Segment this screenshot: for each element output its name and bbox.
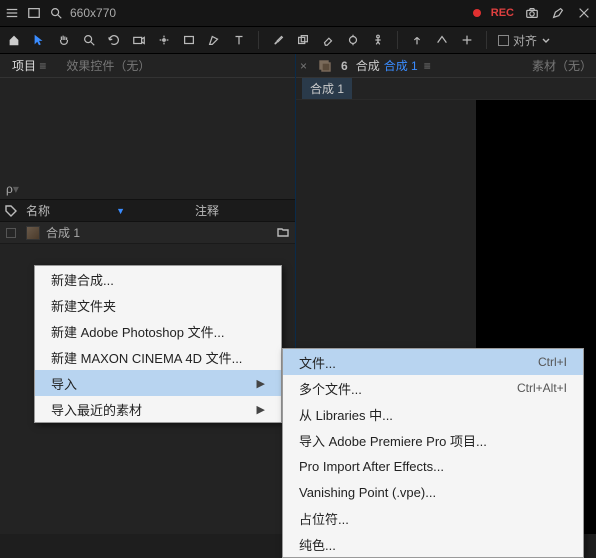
selection-tool-icon[interactable]: [31, 32, 47, 48]
toolbar-separator: [486, 31, 487, 49]
sort-indicator-icon[interactable]: ▼: [116, 206, 125, 216]
ctx-import-libraries[interactable]: 从 Libraries 中...: [283, 401, 583, 427]
rect-tool-icon[interactable]: [181, 32, 197, 48]
toolbar-separator: [397, 31, 398, 49]
ctx-import-vanishing[interactable]: Vanishing Point (.vpe)...: [283, 479, 583, 505]
tab-effects[interactable]: 效果控件（无）: [58, 54, 158, 77]
snap-toggle[interactable]: 对齐: [498, 32, 551, 49]
title-bar: 660x770 REC: [0, 0, 596, 26]
main-toolbar: 对齐: [0, 26, 596, 54]
chevron-right-icon: ▶: [257, 403, 265, 416]
subtab-comp[interactable]: 合成 1: [302, 78, 352, 99]
home-icon[interactable]: [6, 32, 22, 48]
tag-icon[interactable]: [3, 203, 19, 219]
rotate-tool-icon[interactable]: [106, 32, 122, 48]
project-columns: 名称 ▼ 注释: [0, 200, 295, 222]
project-search[interactable]: ρ▾: [0, 178, 295, 200]
checkbox-icon: [498, 35, 509, 46]
tab-comp-name[interactable]: 合成 1: [384, 57, 418, 74]
ctx-import[interactable]: 导入▶: [35, 370, 281, 396]
search-icon[interactable]: [48, 5, 64, 21]
puppet-tool-icon[interactable]: [370, 32, 386, 48]
toolbar-separator: [258, 31, 259, 49]
ctx-new-folder[interactable]: 新建文件夹: [35, 292, 281, 318]
tab-project[interactable]: 项目 ≡: [4, 54, 54, 77]
ctx-import-placeholder[interactable]: 占位符...: [283, 505, 583, 531]
ctx-import-file[interactable]: 文件...Ctrl+I: [283, 349, 583, 375]
local-axis-icon[interactable]: [409, 32, 425, 48]
context-menu-import: 文件...Ctrl+I 多个文件...Ctrl+Alt+I 从 Librarie…: [282, 348, 584, 558]
view-axis-icon[interactable]: [459, 32, 475, 48]
ctx-import-proimport[interactable]: Pro Import After Effects...: [283, 453, 583, 479]
camera-icon[interactable]: [524, 5, 540, 21]
ctx-import-recent[interactable]: 导入最近的素材▶: [35, 396, 281, 422]
left-panel-tabs: 项目 ≡ 效果控件（无）: [0, 54, 295, 78]
title-search-text: 660x770: [70, 6, 116, 20]
pen-tool-icon[interactable]: [206, 32, 222, 48]
text-tool-icon[interactable]: [231, 32, 247, 48]
brush-tool-icon[interactable]: [270, 32, 286, 48]
world-axis-icon[interactable]: [434, 32, 450, 48]
pencil-icon[interactable]: [550, 5, 566, 21]
close-icon[interactable]: [576, 5, 592, 21]
eraser-tool-icon[interactable]: [320, 32, 336, 48]
camera-tool-icon[interactable]: [131, 32, 147, 48]
ctx-import-solid[interactable]: 纯色...: [283, 531, 583, 557]
chevron-right-icon: ▶: [257, 377, 265, 390]
chevron-down-icon: [541, 32, 551, 48]
tab-comp-label[interactable]: 合成: [356, 57, 380, 74]
row-checkbox[interactable]: [6, 228, 16, 238]
align-label: 对齐: [513, 32, 537, 49]
rotobrush-tool-icon[interactable]: [345, 32, 361, 48]
hand-tool-icon[interactable]: [56, 32, 72, 48]
hamburger-icon[interactable]: [4, 5, 20, 21]
col-name[interactable]: 名称: [26, 202, 50, 219]
zoom-tool-icon[interactable]: [81, 32, 97, 48]
ctx-new-comp[interactable]: 新建合成...: [35, 266, 281, 292]
composition-icon: [26, 226, 40, 240]
tab-material[interactable]: 素材（无）: [532, 57, 592, 74]
search-placeholder: ρ: [6, 182, 13, 196]
ctx-new-photoshop[interactable]: 新建 Adobe Photoshop 文件...: [35, 318, 281, 344]
right-panel-tabs: × 6 合成 合成 1 ≡ 素材（无）: [296, 54, 596, 78]
project-row[interactable]: 合成 1: [0, 222, 295, 244]
clone-tool-icon[interactable]: [295, 32, 311, 48]
rec-label: REC: [491, 7, 514, 19]
rec-dot-icon: [473, 9, 481, 17]
anchor-tool-icon[interactable]: [156, 32, 172, 48]
col-comment[interactable]: 注释: [195, 202, 295, 219]
context-menu-project: 新建合成... 新建文件夹 新建 Adobe Photoshop 文件... 新…: [34, 265, 282, 423]
window-icon[interactable]: [26, 5, 42, 21]
ctx-import-multi[interactable]: 多个文件...Ctrl+Alt+I: [283, 375, 583, 401]
layers-icon: [317, 58, 333, 74]
ctx-import-premiere[interactable]: 导入 Adobe Premiere Pro 项目...: [283, 427, 583, 453]
ctx-new-c4d[interactable]: 新建 MAXON CINEMA 4D 文件...: [35, 344, 281, 370]
row-name: 合成 1: [46, 224, 80, 241]
folder-icon[interactable]: [275, 224, 291, 240]
